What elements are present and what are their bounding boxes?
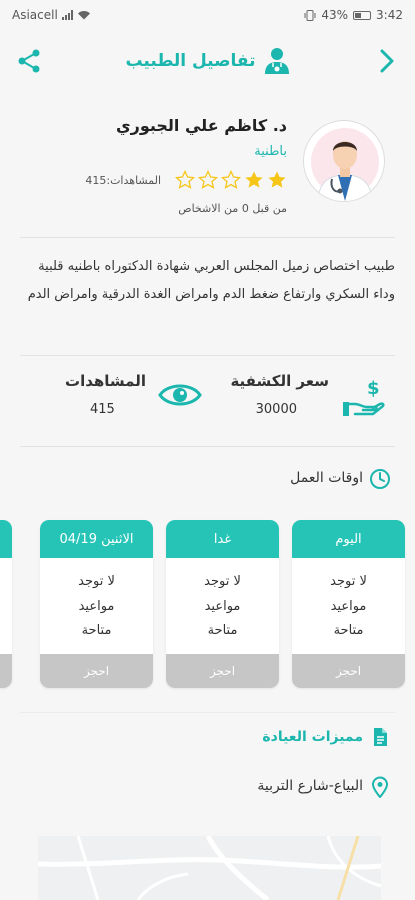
status-bar: Asiacell 43% 3:42 xyxy=(0,0,415,30)
doctor-icon xyxy=(264,48,289,74)
vibrate-icon xyxy=(304,9,316,21)
location-map[interactable] xyxy=(38,836,381,900)
wifi-icon xyxy=(77,11,90,20)
clock-time: 3:42 xyxy=(376,8,403,22)
document-icon xyxy=(374,728,387,746)
no-slots-text: مواعيد xyxy=(204,598,241,614)
chevron-right-icon[interactable] xyxy=(375,48,399,74)
doctor-bio: طبيب اختصاص زميل المجلس العربي شهادة الد… xyxy=(27,259,395,302)
stats-row: $ سعر الكشفية 30000 المشاهدات 415 xyxy=(0,368,415,428)
divider xyxy=(20,712,395,713)
features-title[interactable]: مميزات العيادة xyxy=(262,729,363,745)
book-button[interactable]: احجز xyxy=(292,654,405,688)
page-title: تفاصيل الطبيب xyxy=(125,51,256,71)
divider xyxy=(20,237,395,238)
book-button[interactable]: احجز xyxy=(166,654,279,688)
day-header: غدا xyxy=(166,520,279,558)
location-pin-icon xyxy=(371,776,389,798)
doctor-card: د. كاظم علي الجبوري باطنية المشاهدات:415… xyxy=(0,100,415,230)
doctor-specialty[interactable]: باطنية xyxy=(254,144,287,159)
divider xyxy=(20,446,395,447)
battery-icon xyxy=(353,10,372,20)
app-header: تفاصيل الطبيب xyxy=(0,30,415,92)
no-slots-text: مواعيد xyxy=(78,598,115,614)
battery-percent: 43% xyxy=(321,8,349,22)
doctor-avatar xyxy=(303,120,385,202)
day-card-monday: الاثنين 04/19 لا توجد مواعيد متاحة احجز xyxy=(40,520,153,688)
day-card-partial xyxy=(0,520,12,688)
work-hours-title: اوقات العمل xyxy=(290,470,363,486)
fee-value: 30000 xyxy=(255,402,297,417)
signal-icon xyxy=(61,10,73,20)
days-carousel[interactable]: اليوم لا توجد مواعيد متاحة احجز غدا لا ت… xyxy=(0,520,415,690)
rating-count-note: من قبل 0 من الاشخاص xyxy=(178,202,287,215)
no-slots-text: متاحة xyxy=(333,623,364,639)
no-slots-text: لا توجد xyxy=(78,573,115,589)
no-slots-text: متاحة xyxy=(81,623,112,639)
no-slots-text: لا توجد xyxy=(204,573,241,589)
doctor-name: د. كاظم علي الجبوري xyxy=(115,116,287,135)
day-header: اليوم xyxy=(292,520,405,558)
share-icon[interactable] xyxy=(16,48,42,74)
views-value: 415 xyxy=(90,402,115,417)
rating-stars[interactable] xyxy=(175,170,287,190)
eye-icon xyxy=(158,384,202,406)
clinic-address: البياع-شارع التربية xyxy=(257,778,363,794)
star-icon[interactable] xyxy=(267,170,287,190)
divider xyxy=(20,355,395,356)
no-slots-text: متاحة xyxy=(207,623,238,639)
map-streets xyxy=(38,836,381,900)
no-slots-text: مواعيد xyxy=(330,598,367,614)
money-hand-icon: $ xyxy=(343,378,385,416)
fee-label: سعر الكشفية xyxy=(230,372,329,390)
star-icon[interactable] xyxy=(221,170,241,190)
carrier-label: Asiacell xyxy=(12,8,58,22)
views-inline: المشاهدات:415 xyxy=(85,174,161,187)
book-button[interactable]: احجز xyxy=(40,654,153,688)
views-label: المشاهدات xyxy=(65,372,147,390)
clock-icon xyxy=(370,469,390,489)
star-icon[interactable] xyxy=(244,170,264,190)
day-header: الاثنين 04/19 xyxy=(40,520,153,558)
no-slots-text: لا توجد xyxy=(330,573,367,589)
svg-text:$: $ xyxy=(367,378,380,399)
star-icon[interactable] xyxy=(198,170,218,190)
star-icon[interactable] xyxy=(175,170,195,190)
day-card-today: اليوم لا توجد مواعيد متاحة احجز xyxy=(292,520,405,688)
day-card-tomorrow: غدا لا توجد مواعيد متاحة احجز xyxy=(166,520,279,688)
